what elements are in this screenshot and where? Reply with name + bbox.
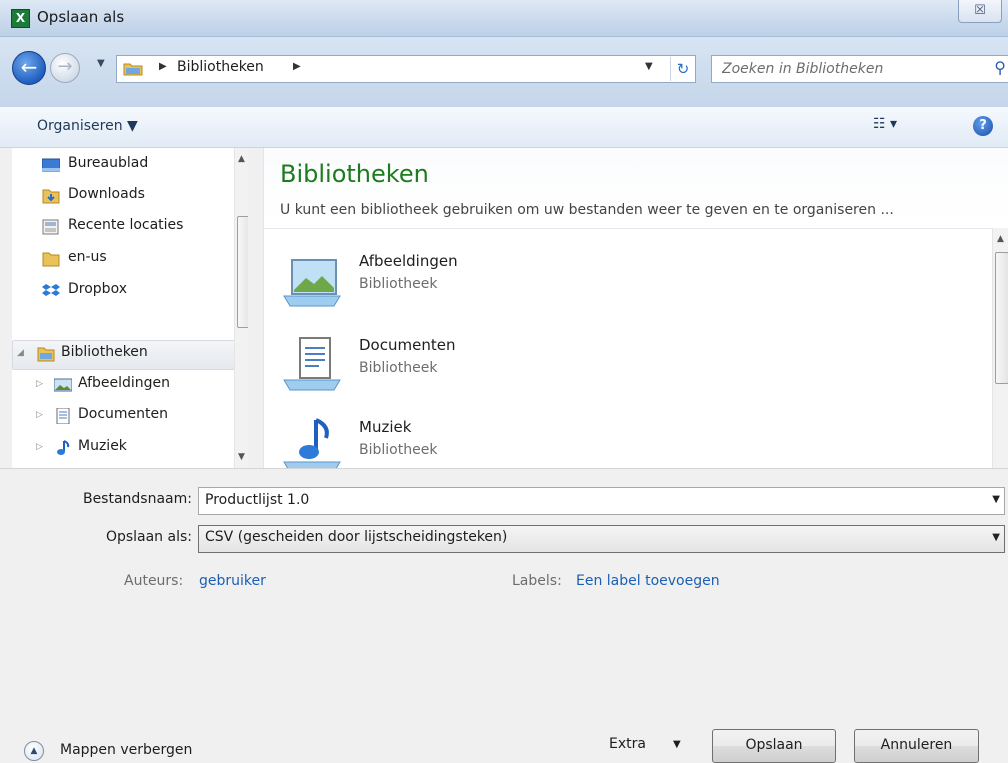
scroll-down-arrow-icon[interactable]: ▼ <box>238 452 245 462</box>
nav-item-en-us[interactable]: en-us <box>12 246 234 274</box>
authors-label: Auteurs: <box>124 573 184 589</box>
page-description: U kunt een bibliotheek gebruiken om uw b… <box>280 202 894 218</box>
address-box[interactable]: ▶ Bibliotheken ▶ ▼ ↻ <box>116 55 696 83</box>
nav-item-dropbox[interactable]: Dropbox <box>12 278 234 306</box>
address-dropdown-icon[interactable]: ▼ <box>645 61 653 72</box>
tags-label: Labels: <box>512 573 562 589</box>
scroll-thumb[interactable] <box>995 252 1008 384</box>
nav-item-downloads[interactable]: Downloads <box>12 183 234 211</box>
desktop-icon <box>42 158 60 172</box>
chevron-down-icon[interactable]: ▼ <box>992 494 1000 505</box>
close-button[interactable]: ☒ <box>958 0 1002 23</box>
nav-item-recent-places[interactable]: Recente locaties <box>12 214 234 242</box>
collapse-arrow-icon[interactable]: ◢ <box>17 348 24 358</box>
address-bar-row: ← → ▼ ▶ Bibliotheken ▶ ▼ ↻ ⚲ <box>0 37 1008 107</box>
breadcrumb-separator-icon[interactable]: ▶ <box>293 61 301 72</box>
collapse-up-icon[interactable]: ▲ <box>24 741 44 761</box>
nav-item-label: Bibliotheken <box>61 344 148 360</box>
scroll-up-arrow-icon[interactable]: ▲ <box>238 154 245 164</box>
scroll-thumb[interactable] <box>237 216 248 328</box>
scroll-up-arrow-icon[interactable]: ▲ <box>997 234 1004 244</box>
search-box: ⚲ <box>711 55 1008 83</box>
nav-item-label: Downloads <box>68 186 145 202</box>
nav-item-label: en-us <box>68 249 107 265</box>
nav-item-label: Bureaublad <box>68 155 149 171</box>
save-form: Bestandsnaam: ▼ Opslaan als: CSV (gesche… <box>0 468 1008 763</box>
chevron-down-icon[interactable]: ▼ <box>992 532 1000 543</box>
nav-item-label: Dropbox <box>68 281 127 297</box>
organize-button[interactable]: Organiseren ▼ <box>37 118 138 134</box>
library-name: Muziek <box>359 418 412 436</box>
nav-item-libraries[interactable]: ◢ Bibliotheken <box>12 340 236 370</box>
filename-combo: ▼ <box>198 487 1005 515</box>
refresh-icon[interactable]: ↻ <box>670 57 695 81</box>
expand-arrow-icon[interactable]: ▷ <box>36 442 43 452</box>
pictures-icon <box>54 378 72 392</box>
nav-item-label: Documenten <box>78 406 169 422</box>
libraries-folder-icon <box>123 63 143 76</box>
library-name: Documenten <box>359 336 456 354</box>
view-options-button[interactable]: ☷ ▾ <box>873 116 923 138</box>
hide-folders-label[interactable]: Mappen verbergen <box>60 742 192 758</box>
library-type: Bibliotheek <box>359 276 438 292</box>
music-icon <box>57 440 70 455</box>
library-item-documents[interactable]: Documenten Bibliotheek <box>276 326 876 402</box>
nav-item-pictures[interactable]: ▷ Afbeeldingen <box>12 372 234 400</box>
dropbox-icon <box>42 284 60 296</box>
folder-icon <box>42 252 60 267</box>
filetype-label: Opslaan als: <box>105 529 192 545</box>
content-pane: Bibliotheken U kunt een bibliotheek gebr… <box>263 148 1008 468</box>
music-library-icon <box>283 418 341 468</box>
search-input[interactable] <box>712 56 982 82</box>
library-item-music[interactable]: Muziek Bibliotheek <box>276 408 876 468</box>
content-header: Bibliotheken U kunt een bibliotheek gebr… <box>264 148 1008 229</box>
nav-item-label: Muziek <box>78 438 127 454</box>
library-type: Bibliotheek <box>359 360 438 376</box>
nav-item-documents[interactable]: ▷ Documenten <box>12 403 234 431</box>
expand-arrow-icon[interactable]: ▷ <box>36 379 43 389</box>
pictures-library-icon <box>283 259 341 307</box>
library-type: Bibliotheek <box>359 442 438 458</box>
downloads-folder-icon <box>42 189 60 204</box>
excel-icon: X <box>11 9 30 28</box>
chevron-down-icon[interactable]: ▼ <box>673 739 681 750</box>
tools-button[interactable]: Extra <box>609 736 646 752</box>
library-name: Afbeeldingen <box>359 252 458 270</box>
help-icon[interactable]: ? <box>973 116 993 136</box>
forward-button[interactable]: → <box>50 53 80 83</box>
search-icon[interactable]: ⚲ <box>994 58 1006 77</box>
nav-item-label: Recente locaties <box>68 217 184 233</box>
filename-label: Bestandsnaam: <box>82 491 192 507</box>
recent-pages-dropdown[interactable]: ▼ <box>97 58 105 69</box>
filetype-select[interactable]: CSV (gescheiden door lijstscheidingsteke… <box>198 525 1005 553</box>
recent-places-icon <box>42 219 59 235</box>
breadcrumb-libraries[interactable]: Bibliotheken <box>177 59 264 75</box>
title-bar: X Opslaan als ☒ <box>0 0 1008 37</box>
page-title: Bibliotheken <box>280 160 429 188</box>
content-scrollbar[interactable]: ▲ <box>992 228 1008 468</box>
toolbar: Organiseren ▼ ☷ ▾ ? <box>0 107 1008 148</box>
filetype-value: CSV (gescheiden door lijstscheidingsteke… <box>205 529 508 545</box>
cancel-button[interactable]: Annuleren <box>854 729 979 763</box>
nav-scrollbar[interactable]: ▲ ▼ <box>234 148 248 468</box>
nav-item-label: Afbeeldingen <box>78 375 171 391</box>
authors-value[interactable]: gebruiker <box>199 573 266 589</box>
window-title: Opslaan als <box>37 8 125 26</box>
documents-icon <box>56 408 70 424</box>
nav-item-music[interactable]: ▷ Muziek <box>12 435 234 463</box>
save-button[interactable]: Opslaan <box>712 729 836 763</box>
back-button[interactable]: ← <box>12 51 46 85</box>
library-item-pictures[interactable]: Afbeeldingen Bibliotheek <box>276 242 876 318</box>
expand-arrow-icon[interactable]: ▷ <box>36 410 43 420</box>
breadcrumb-separator-icon[interactable]: ▶ <box>159 61 167 72</box>
libraries-icon <box>37 347 55 362</box>
navigation-pane: Bureaublad Downloads Recente locaties en… <box>12 148 248 468</box>
filename-input[interactable] <box>199 488 975 512</box>
tags-value[interactable]: Een label toevoegen <box>576 573 720 589</box>
nav-item-desktop[interactable]: Bureaublad <box>12 152 234 180</box>
documents-library-icon <box>283 337 341 391</box>
